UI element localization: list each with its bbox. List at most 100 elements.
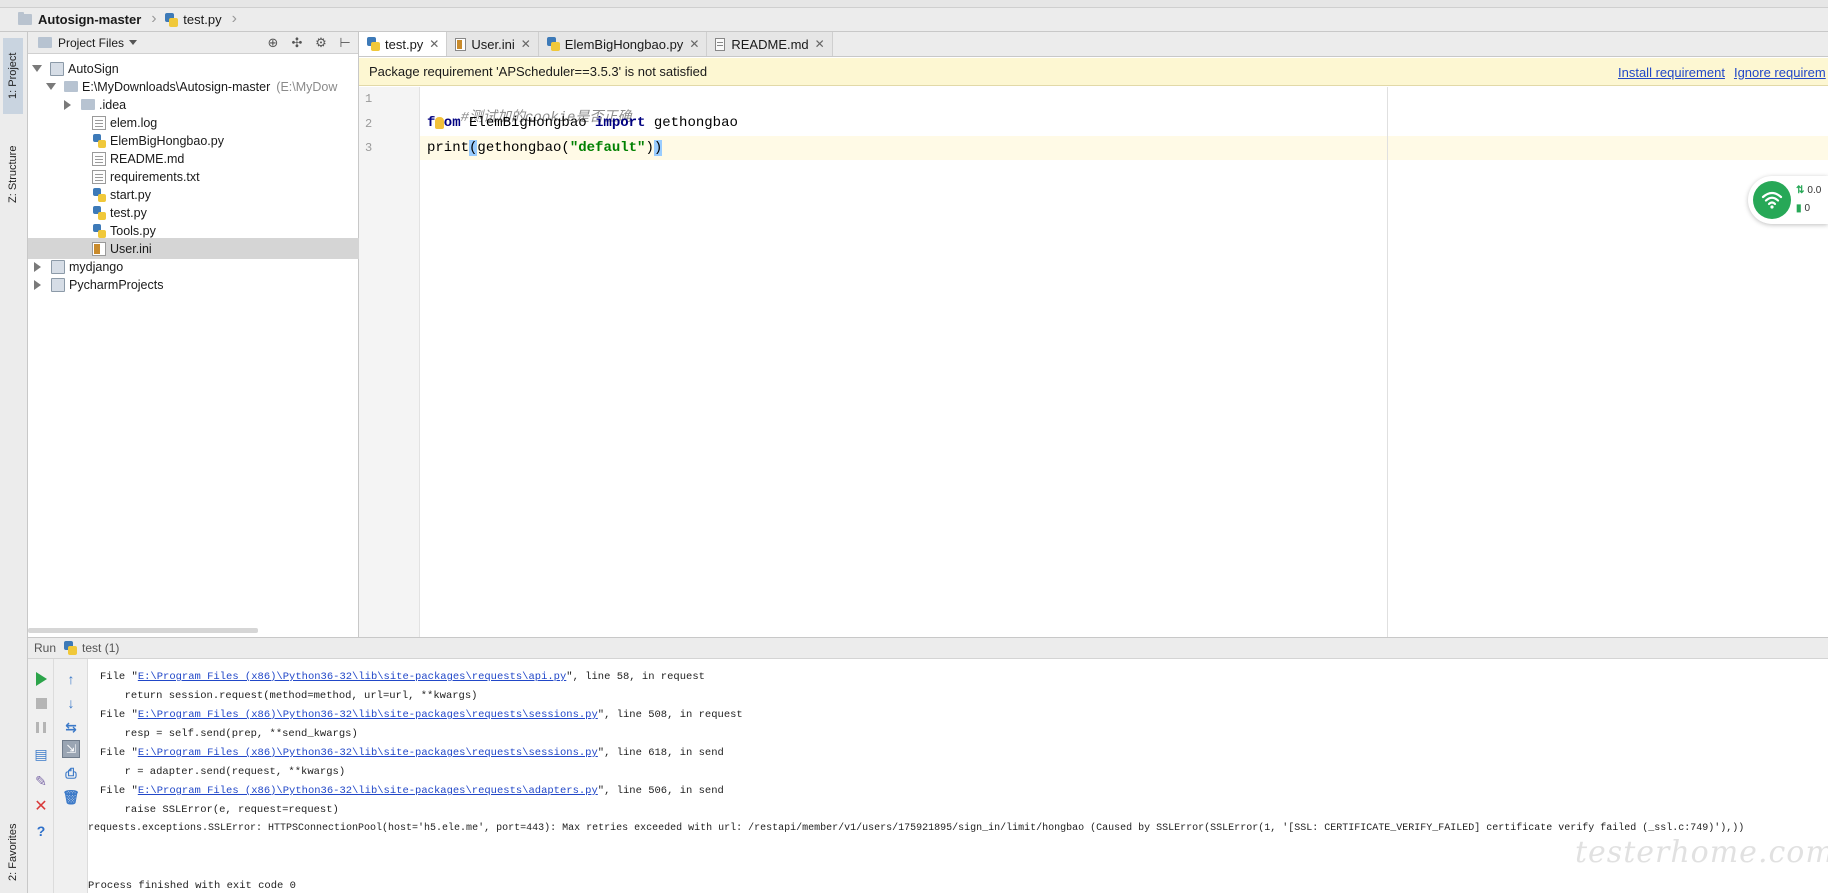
tree-item-label: elem.log: [110, 115, 158, 130]
console-text: ", line 618, in send: [597, 747, 724, 759]
console-file-link[interactable]: E:\Program Files (x86)\Python36-32\lib\s…: [138, 709, 598, 721]
code-editor[interactable]: 1 2 3 #测试加的cookie是否正确 from ElemBigHongba…: [359, 87, 1828, 637]
python-file-icon: [546, 37, 560, 51]
help-button[interactable]: ?: [32, 822, 50, 840]
close-icon: ✕: [34, 798, 48, 815]
run-config-tab[interactable]: test (1): [82, 641, 119, 655]
console-text: ", line 508, in request: [597, 709, 743, 721]
soft-wrap-button[interactable]: ⇆: [62, 718, 80, 736]
tree-item-label: README.md: [110, 151, 185, 166]
code-line-2[interactable]: from ElemBigHongbao import gethongbao: [427, 115, 738, 131]
up-stack-button[interactable]: ↑: [62, 670, 80, 688]
network-speed-readout: ⇅ 0.0: [1796, 185, 1821, 196]
console-error-line: requests.exceptions.SSLError: HTTPSConne…: [88, 823, 1745, 834]
tree-item-label: ElemBigHongbao.py: [110, 133, 224, 148]
folder-icon: [64, 81, 78, 92]
tab-elembighongbao-py[interactable]: ElemBigHongbao.py ✕: [538, 32, 708, 56]
breadcrumb-file-label: test.py: [183, 12, 222, 27]
expand-arrow-icon[interactable]: [32, 65, 42, 72]
expand-arrow-icon[interactable]: [46, 83, 56, 90]
python-file-icon: [64, 641, 78, 655]
tool-window-project-tab[interactable]: 1: Project: [3, 38, 23, 114]
pin-icon: ✎: [35, 772, 47, 789]
navigation-bar: Autosign-master › test.py ›: [0, 8, 1828, 32]
wrap-icon: ⇆: [65, 718, 77, 735]
tree-item-pycharmprojects[interactable]: PycharmProjects: [28, 274, 359, 295]
down-stack-button[interactable]: ↓: [62, 694, 80, 712]
python-file-icon: [367, 37, 380, 51]
keyword-import: import: [595, 115, 646, 131]
tool-window-structure-label: Z: Structure: [7, 145, 19, 203]
scroll-to-end-button[interactable]: ⇲: [62, 740, 80, 758]
settings-gear-icon[interactable]: ⚙: [314, 35, 328, 51]
ini-file-icon: [455, 37, 467, 51]
close-icon[interactable]: ✕: [689, 37, 699, 51]
hide-panel-icon[interactable]: ⊢: [338, 35, 352, 51]
collapse-arrow-icon[interactable]: [34, 261, 41, 272]
close-icon[interactable]: ✕: [521, 37, 531, 51]
folder-icon: [18, 12, 32, 25]
breadcrumb-file[interactable]: test.py: [159, 8, 231, 32]
pause-button[interactable]: [32, 718, 50, 736]
run-panel-label: Run: [34, 641, 57, 655]
code-call: gethongbao(: [477, 140, 570, 156]
tab-label: README.md: [731, 36, 809, 52]
locate-file-icon[interactable]: ⊕: [266, 35, 280, 51]
project-horizontal-scrollbar[interactable]: [28, 628, 258, 633]
console-file-link[interactable]: E:\Program Files (x86)\Python36-32\lib\s…: [138, 671, 566, 683]
arrow-down-icon: ↓: [67, 695, 75, 711]
wifi-badge: [1753, 181, 1791, 219]
code-string-literal: "default": [569, 140, 646, 156]
console-file-link[interactable]: E:\Program Files (x86)\Python36-32\lib\s…: [138, 747, 598, 759]
python-file-icon: [165, 12, 179, 27]
project-view-selector[interactable]: Project Files: [38, 36, 138, 50]
print-button[interactable]: ⎙: [62, 764, 80, 782]
close-icon[interactable]: ✕: [429, 37, 439, 51]
line-number: 2: [365, 117, 373, 131]
console-text: ", line 58, in request: [566, 671, 705, 683]
play-icon: [35, 672, 47, 686]
menu-bar-strip: [0, 0, 1828, 8]
code-line-3[interactable]: print(gethongbao("default")): [427, 140, 663, 156]
ignore-requirement-link[interactable]: Ignore requirem: [1734, 65, 1826, 80]
install-requirement-link[interactable]: Install requirement: [1618, 65, 1725, 80]
watermark-text: testerhome.com: [1575, 835, 1828, 870]
tree-item-label: Tools.py: [110, 223, 156, 238]
run-console-output[interactable]: File "E:\Program Files (x86)\Python36-32…: [88, 659, 1828, 893]
stop-button[interactable]: [32, 694, 50, 712]
tab-readme-md[interactable]: README.md ✕: [707, 32, 833, 56]
editor-gutter[interactable]: 1 2 3: [359, 87, 420, 637]
console-text: File ": [100, 671, 138, 683]
tree-item-label: requirements.txt: [110, 169, 200, 184]
python-file-icon: [92, 133, 106, 148]
console-file-link[interactable]: E:\Program Files (x86)\Python36-32\lib\s…: [138, 785, 598, 797]
tab-label: test.py: [385, 36, 424, 52]
layout-icon: ▤: [34, 745, 48, 762]
intention-bulb-icon[interactable]: [435, 117, 444, 129]
rerun-button[interactable]: [32, 670, 50, 688]
network-speed-value: 0.0: [1807, 185, 1822, 196]
python-file-icon: [92, 187, 106, 202]
folder-icon: [81, 99, 95, 110]
tree-item-label: User.ini: [110, 241, 152, 256]
console-line: File "E:\Program Files (x86)\Python36-32…: [100, 671, 705, 683]
project-icon: [50, 61, 64, 76]
console-text: File ": [100, 747, 138, 759]
collapse-arrow-icon[interactable]: [64, 99, 71, 110]
tab-test-py[interactable]: test.py ✕: [359, 32, 448, 56]
tab-user-ini[interactable]: User.ini ✕: [447, 32, 539, 56]
breadcrumb-separator: ›: [151, 9, 157, 27]
close-run-button[interactable]: ✕: [32, 797, 50, 815]
tool-window-structure-tab[interactable]: Z: Structure: [3, 126, 23, 222]
tool-window-favorites-tab[interactable]: 2: Favorites: [3, 812, 23, 892]
restore-layout-button[interactable]: ▤: [32, 745, 50, 763]
network-count-readout: ▮ 0: [1796, 203, 1810, 214]
breadcrumb-project[interactable]: Autosign-master: [0, 8, 151, 32]
collapse-arrow-icon[interactable]: [34, 279, 41, 290]
network-speed-widget[interactable]: ⇅ 0.0 ▮ 0: [1748, 176, 1828, 224]
matched-paren-close: ): [653, 140, 663, 156]
clear-all-button[interactable]: 🗑: [62, 788, 80, 806]
pin-tab-button[interactable]: ✎: [32, 772, 50, 790]
close-icon[interactable]: ✕: [815, 37, 825, 51]
collapse-all-icon[interactable]: ✣: [290, 35, 304, 51]
